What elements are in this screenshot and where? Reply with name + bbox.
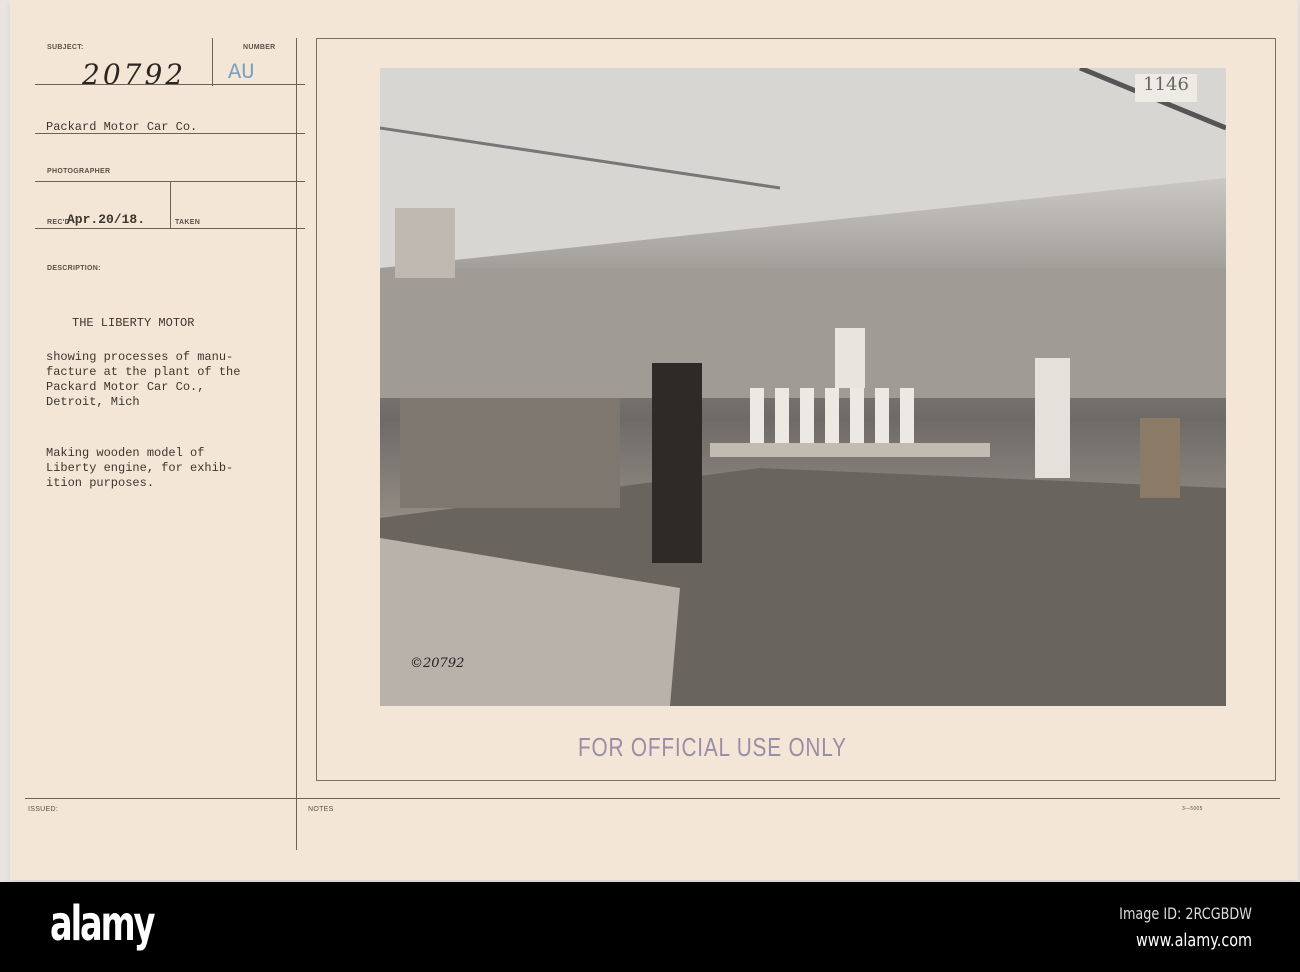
caption-line: Liberty engine, for exhib- bbox=[46, 461, 234, 475]
photographer-label: PHOTOGRAPHER bbox=[47, 168, 111, 175]
description-label: DESCRIPTION: bbox=[47, 265, 101, 272]
issued-label: ISSUED: bbox=[28, 806, 59, 813]
company-name: Packard Motor Car Co. bbox=[46, 120, 198, 134]
caption-line: ition purposes. bbox=[46, 476, 155, 490]
number-label: NUMBER bbox=[243, 44, 276, 51]
subject-number: 20792 bbox=[82, 58, 187, 91]
caption-line: Making wooden model of bbox=[46, 446, 205, 460]
description-line: Packard Motor Car Co., bbox=[46, 380, 205, 394]
caption-text: Making wooden model of Liberty engine, f… bbox=[46, 446, 233, 491]
description-text: showing processes of manu- facture at th… bbox=[46, 350, 240, 410]
official-use-stamp: FOR OFFICIAL USE ONLY bbox=[578, 732, 847, 762]
description-line: showing processes of manu- bbox=[46, 350, 234, 364]
notes-label: NOTES bbox=[308, 806, 334, 813]
alamy-logo: alamy bbox=[50, 896, 155, 952]
subject-label: SUBJECT: bbox=[47, 44, 84, 51]
number-code: AU bbox=[228, 60, 255, 85]
description-line: facture at the plant of the bbox=[46, 365, 241, 379]
recd-date: Apr.20/18. bbox=[67, 212, 146, 227]
description-line: Detroit, Mich bbox=[46, 395, 140, 409]
factory-photograph: 1146 ©20792 bbox=[380, 68, 1226, 706]
workshop-scene bbox=[380, 68, 1226, 706]
corner-mark: 1146 bbox=[1135, 74, 1197, 102]
alamy-url[interactable]: www.alamy.com bbox=[1136, 930, 1252, 951]
image-id: Image ID: 2RCGBDW bbox=[1119, 904, 1252, 923]
watermark-footer: alamy Image ID: 2RCGBDW www.alamy.com bbox=[0, 882, 1300, 972]
form-number: 3—5005 bbox=[1182, 806, 1203, 812]
description-title: THE LIBERTY MOTOR bbox=[72, 316, 195, 330]
taken-label: TAKEN bbox=[175, 219, 201, 226]
plate-number: ©20792 bbox=[410, 656, 465, 671]
